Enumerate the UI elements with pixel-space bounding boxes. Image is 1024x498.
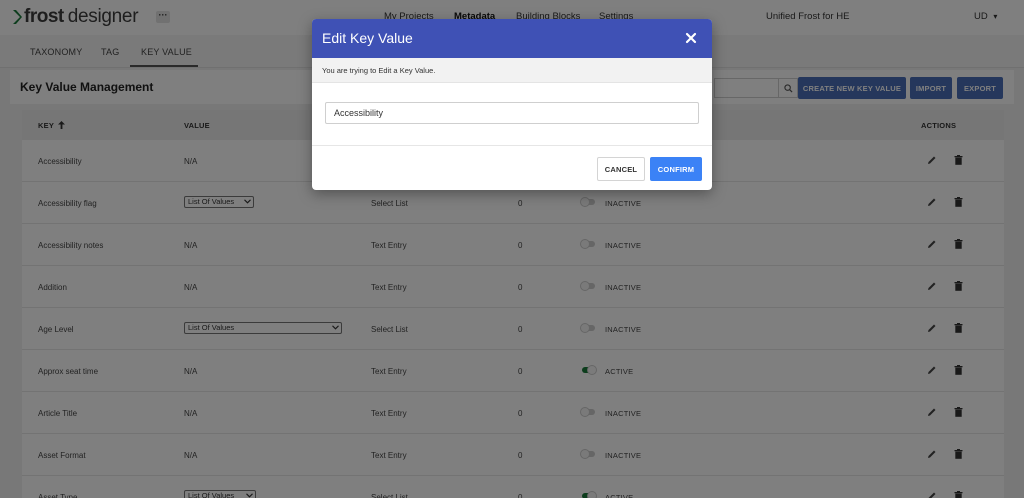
key-value-name-field[interactable]: [325, 102, 699, 124]
dialog-title: Edit Key Value: [322, 30, 413, 46]
close-icon[interactable]: [684, 31, 698, 45]
cancel-button[interactable]: CANCEL: [597, 157, 645, 181]
dialog-subtitle: You are trying to Edit a Key Value.: [322, 66, 436, 75]
edit-key-value-dialog: Edit Key Value You are trying to Edit a …: [312, 19, 712, 190]
dialog-subtitle-bar: You are trying to Edit a Key Value.: [312, 58, 712, 83]
dialog-divider: [312, 145, 712, 146]
dialog-header: Edit Key Value: [312, 19, 712, 58]
confirm-button[interactable]: CONFIRM: [650, 157, 702, 181]
